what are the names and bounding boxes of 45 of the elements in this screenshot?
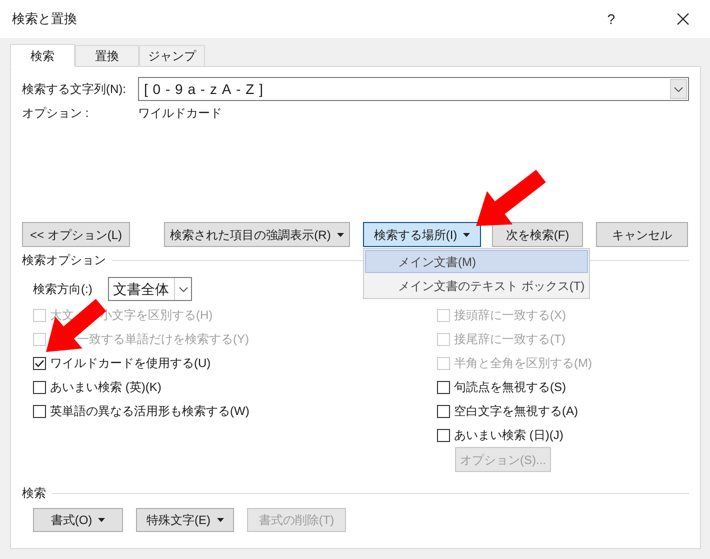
help-button[interactable]: ? (607, 8, 615, 30)
dialog-button[interactable]: 次を検索(F) (492, 222, 583, 247)
field-label: 検索する文字列(N): (22, 81, 127, 98)
checkbox-label: ワイルドカードを使用する(U) (50, 355, 211, 372)
checkbox-label: 空白文字を無視する(A) (454, 403, 578, 420)
options-value: ワイルドカード (138, 105, 222, 122)
menu-item[interactable]: メイン文書のテキスト ボックス(T) (365, 274, 588, 297)
checkbox-label: 接尾辞に一致する(T) (454, 331, 566, 348)
checkbox-label: あいまい検索 (英)(K) (50, 379, 162, 396)
field-label: 検索方向(:) (33, 281, 94, 298)
tab[interactable]: ジャンプ (139, 45, 205, 66)
chevron-down-icon (178, 286, 188, 292)
checkbox-label: 英単語の異なる活用形も検索する(W) (50, 403, 250, 420)
tab[interactable]: 検索 (10, 44, 75, 67)
close-icon[interactable] (677, 13, 689, 25)
format-button[interactable]: 特殊文字(E) (136, 508, 234, 532)
checkmark-icon (34, 358, 45, 368)
menu-item[interactable]: メイン文書(M) (365, 250, 588, 273)
checkbox-label: あいまい検索 (日)(J) (454, 427, 564, 444)
format-button[interactable]: 書式(O) (33, 508, 123, 532)
checkbox[interactable] (437, 428, 450, 442)
direction-dropdown[interactable]: 文書全体 (108, 277, 192, 301)
checkbox-label: 小文字を区別する(H) (100, 307, 213, 324)
checkbox-label: 一致する単語だけを検索する(Y) (77, 331, 249, 348)
dialog-button[interactable]: キャンセル (596, 222, 688, 247)
checkbox-label: 大文 (50, 307, 74, 324)
options-label: オプション : (22, 105, 90, 122)
arrow-annotation (476, 170, 546, 226)
checkbox-label: 句読点を無視する(S) (454, 379, 566, 396)
dialog-button[interactable]: << オプション(L) (22, 222, 130, 247)
window-title: 検索と置換 (12, 10, 77, 28)
group-label: 検索 (22, 485, 46, 502)
checkbox-label: 半角と全角を区別する(M) (454, 355, 592, 372)
checkbox[interactable] (33, 380, 46, 394)
checkbox[interactable] (437, 404, 450, 418)
checkbox[interactable] (437, 380, 450, 394)
checkbox[interactable] (33, 356, 46, 370)
tab[interactable]: 置換 (75, 45, 139, 66)
search-combobox[interactable]: [0-9a-zA-Z] (138, 77, 689, 101)
checkbox[interactable] (33, 404, 46, 418)
dialog-button[interactable]: 検索された項目の強調表示(R) (164, 222, 350, 247)
chevron-down-icon (674, 86, 683, 92)
checkbox-label: 接頭辞に一致する(X) (454, 307, 566, 324)
group-label: 検索オプション (22, 252, 106, 269)
dialog-button[interactable]: 検索する場所(I) (363, 222, 481, 247)
